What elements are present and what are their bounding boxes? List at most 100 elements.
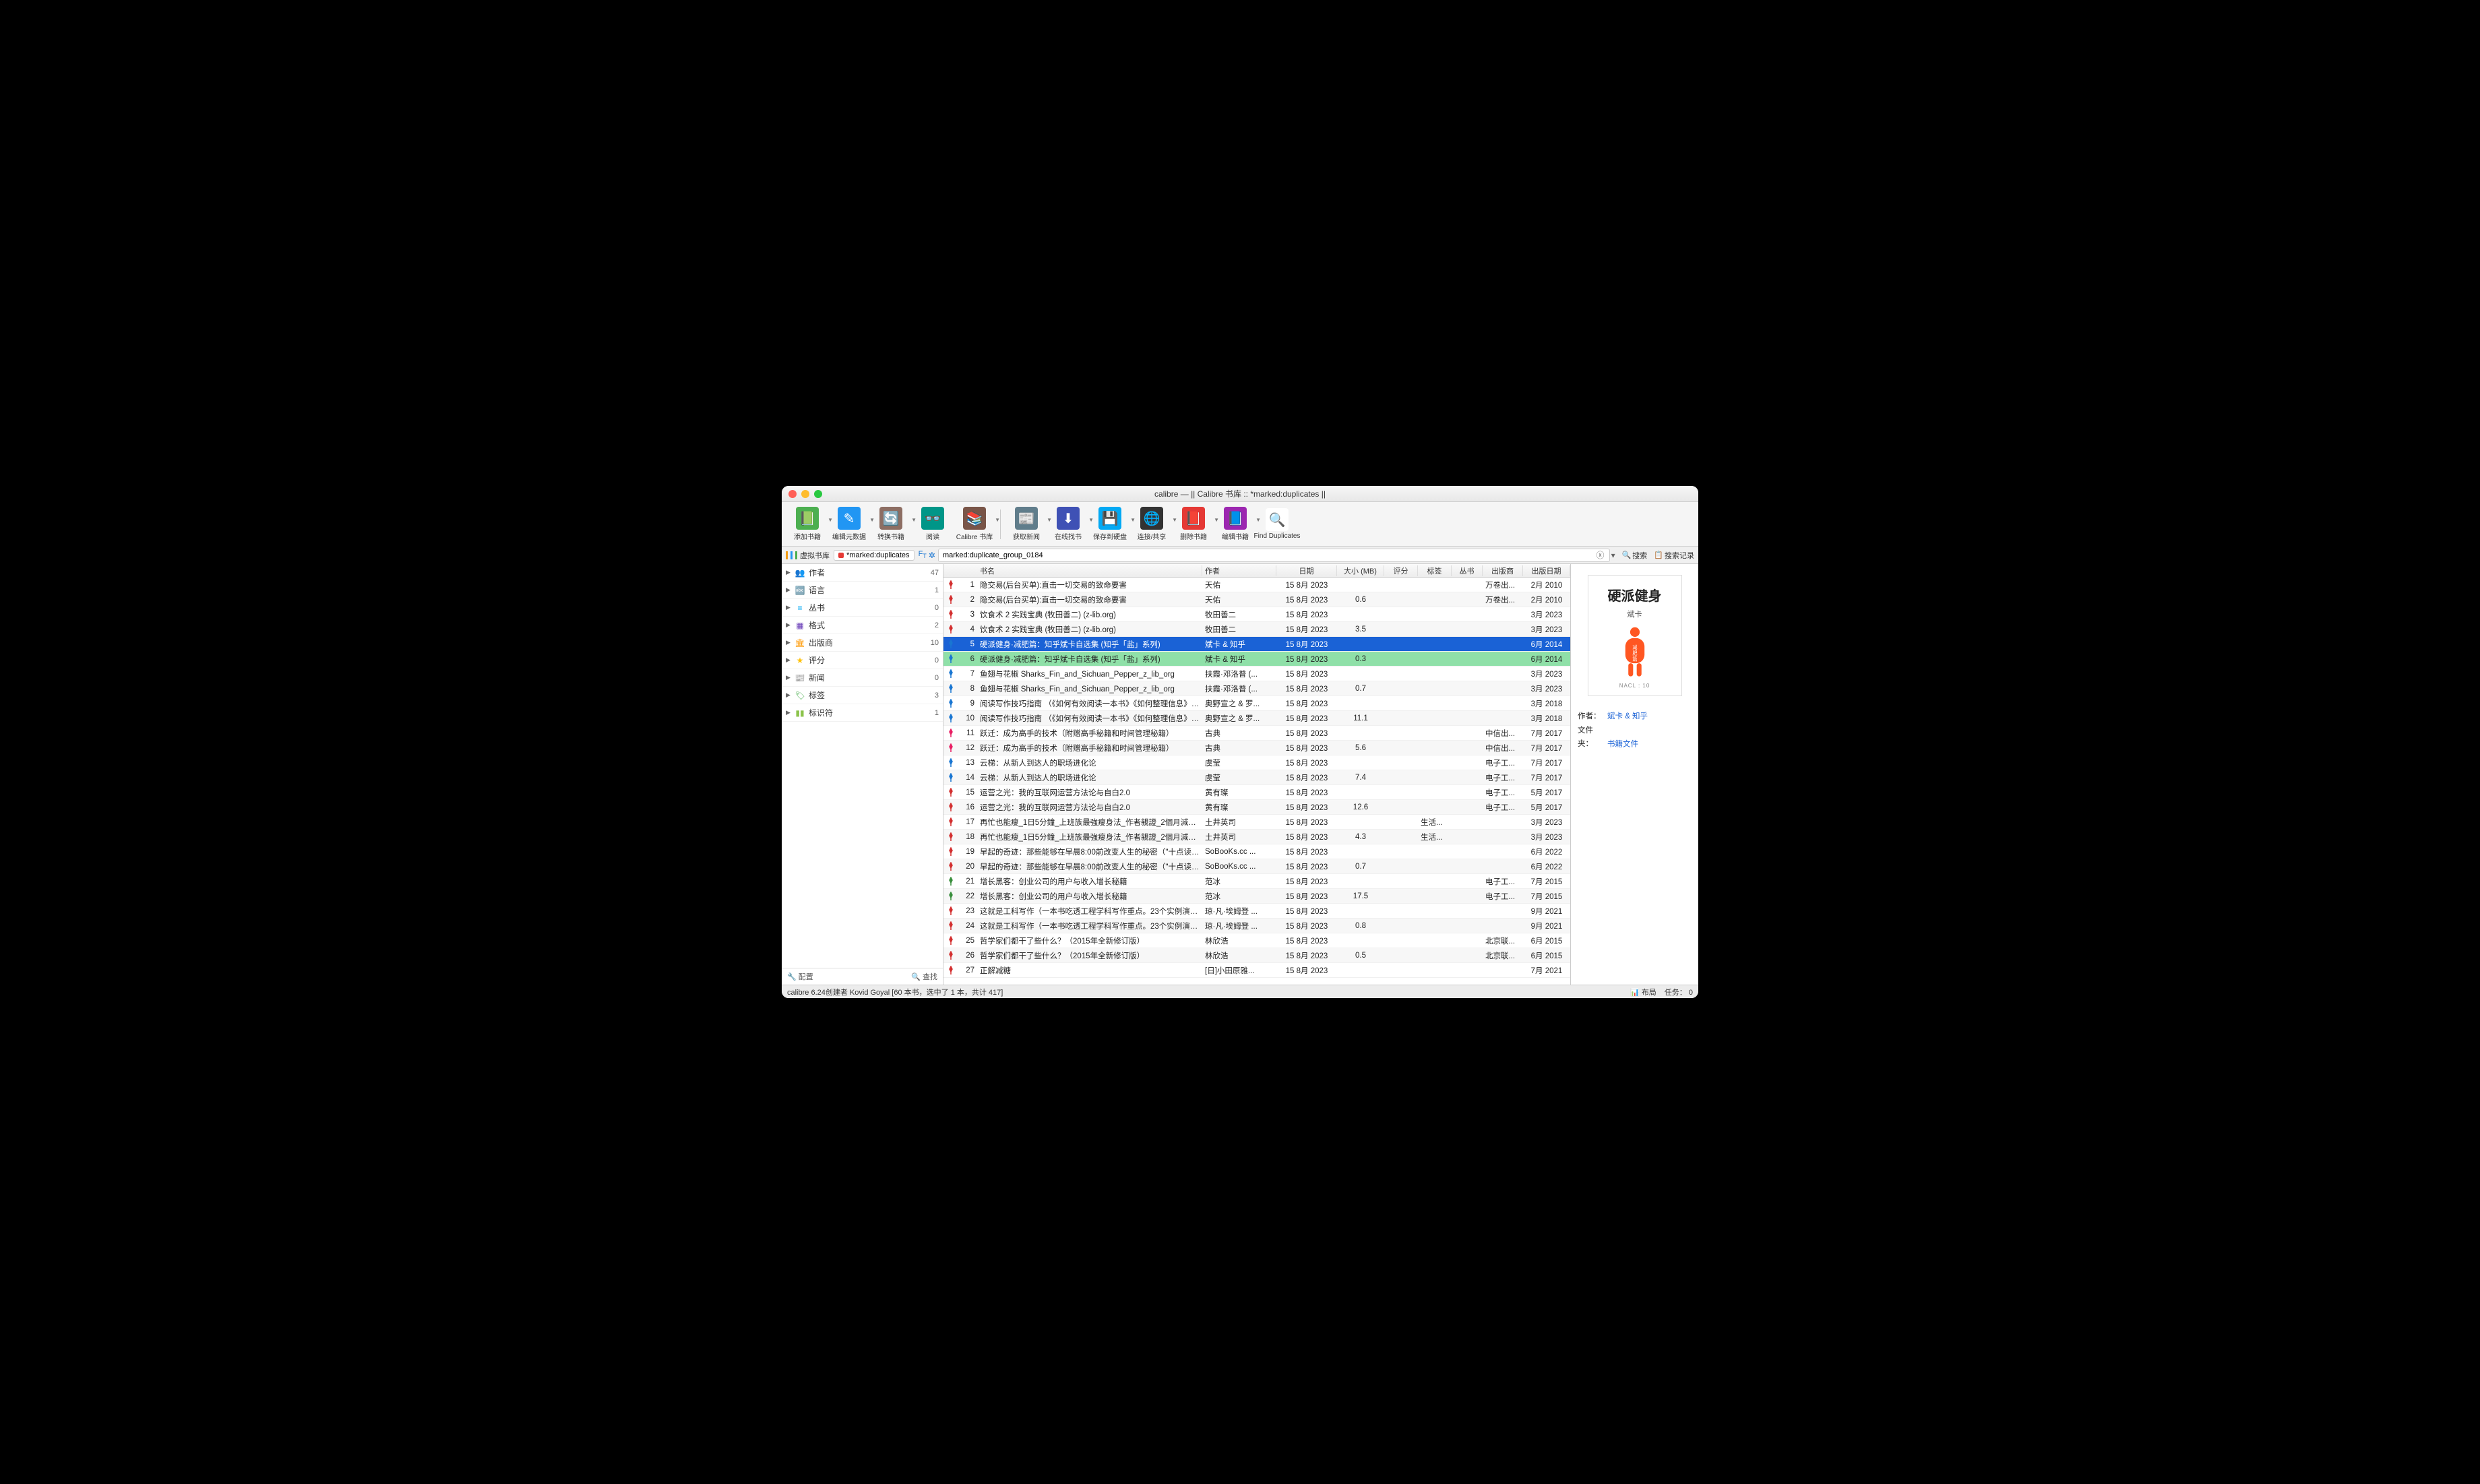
- cover-figure-icon: 减 肥 篇: [1616, 626, 1654, 680]
- table-row[interactable]: 22 增长黑客：创业公司的用户与收入增长秘籍 范冰 15 8月 2023 17.…: [943, 889, 1570, 904]
- svg-text:肥: 肥: [1632, 651, 1637, 656]
- category-icon: ≡: [794, 603, 806, 613]
- toolbar-save-button[interactable]: 💾保存到硬盘▼: [1090, 505, 1130, 544]
- pin-icon: [943, 892, 957, 901]
- toolbar-download-button[interactable]: ⬇在线找书▼: [1048, 505, 1088, 544]
- saved-search-pill[interactable]: *marked:duplicates: [834, 550, 914, 561]
- config-button[interactable]: 🔧 配置: [787, 971, 813, 982]
- table-row[interactable]: 6 硬派健身·减肥篇：知乎斌卡自选集 (知乎「盐」系列) 斌卡 & 知乎 15 …: [943, 652, 1570, 667]
- search-container: FT ✲ ⓧ ▾: [919, 549, 1615, 562]
- convert-icon: 🔄: [879, 507, 902, 530]
- expand-icon[interactable]: ▶: [786, 656, 794, 664]
- jobs-button[interactable]: 任务： 0: [1665, 987, 1693, 997]
- find-button[interactable]: 🔍 查找: [911, 971, 937, 982]
- clear-search-icon[interactable]: ⓧ: [1596, 549, 1605, 561]
- news-icon: 📰: [1015, 507, 1038, 530]
- column-header[interactable]: 评分: [1384, 565, 1418, 576]
- table-row[interactable]: 3 饮食术 2 实践宝典 (牧田善二) (z-lib.org) 牧田善二 15 …: [943, 607, 1570, 622]
- column-header[interactable]: 书名: [977, 565, 1202, 576]
- table-row[interactable]: 23 这就是工科写作（一本书吃透工程学科写作重点。23个实例演练，82条... …: [943, 904, 1570, 919]
- toolbar-editbook-button[interactable]: 📘编辑书籍▼: [1215, 505, 1256, 544]
- table-row[interactable]: 4 饮食术 2 实践宝典 (牧田善二) (z-lib.org) 牧田善二 15 …: [943, 622, 1570, 637]
- book-cover[interactable]: 硬派健身 斌卡 减 肥 篇 NACL : 10: [1588, 575, 1682, 696]
- sidebar-footer: 🔧 配置 🔍 查找: [782, 968, 943, 985]
- table-row[interactable]: 20 早起的奇迹：那些能够在早晨8:00前改变人生的秘密（"十点读书"爆款课..…: [943, 859, 1570, 874]
- expand-icon[interactable]: ▶: [786, 639, 794, 646]
- table-row[interactable]: 1 隐交易(后台买单):直击一切交易的致命要害 天佑 15 8月 2023 万卷…: [943, 578, 1570, 592]
- sidebar-item[interactable]: ▶▮▮标识符1: [782, 704, 943, 722]
- column-header[interactable]: 丛书: [1452, 565, 1483, 576]
- table-row[interactable]: 16 运营之光：我的互联网运营方法论与自白2.0 黄有璨 15 8月 2023 …: [943, 800, 1570, 815]
- dropdown-icon[interactable]: ▼: [995, 517, 1000, 523]
- sidebar-item[interactable]: ▶🏛出版商10: [782, 634, 943, 652]
- table-row[interactable]: 2 隐交易(后台买单):直击一切交易的致命要害 天佑 15 8月 2023 0.…: [943, 592, 1570, 607]
- toolbar-delete-button[interactable]: 📕删除书籍▼: [1173, 505, 1214, 544]
- expand-icon[interactable]: ▶: [786, 674, 794, 681]
- status-bar: calibre 6.24创建者 Kovid Goyal [60 本书，选中了 1…: [782, 985, 1698, 998]
- table-row[interactable]: 27 正解减糖 [日]小田原雅... 15 8月 2023 7月 2021: [943, 963, 1570, 978]
- table-row[interactable]: 10 阅读写作技巧指南 （《如何有效阅读一本书》《如何整理信息》《文案创... …: [943, 711, 1570, 726]
- search-settings-icon[interactable]: ✲: [929, 551, 935, 560]
- table-row[interactable]: 11 跃迁：成为高手的技术（附赠高手秘籍和时间管理秘籍） 古典 15 8月 20…: [943, 726, 1570, 741]
- search-button[interactable]: 🔍 搜索: [1622, 550, 1648, 561]
- table-row[interactable]: 7 鱼翅与花椒 Sharks_Fin_and_Sichuan_Pepper_z_…: [943, 667, 1570, 681]
- expand-icon[interactable]: ▶: [786, 604, 794, 611]
- table-row[interactable]: 8 鱼翅与花椒 Sharks_Fin_and_Sichuan_Pepper_z_…: [943, 681, 1570, 696]
- column-header[interactable]: 大小 (MB): [1337, 565, 1384, 576]
- toolbar-convert-button[interactable]: 🔄转换书籍▼: [871, 505, 911, 544]
- toolbar-find-button[interactable]: 🔍Find Duplicates: [1257, 505, 1297, 544]
- share-icon: 🌐: [1140, 507, 1163, 530]
- metadata-link[interactable]: 斌卡 & 知乎: [1607, 712, 1648, 720]
- table-row[interactable]: 24 这就是工科写作（一本书吃透工程学科写作重点。23个实例演练，82条... …: [943, 919, 1570, 933]
- table-row[interactable]: 15 运营之光：我的互联网运营方法论与自白2.0 黄有璨 15 8月 2023 …: [943, 785, 1570, 800]
- expand-icon[interactable]: ▶: [786, 586, 794, 594]
- table-row[interactable]: 17 再忙也能瘦_1日5分鐘_上班族最強瘦身法_作者親證_2個月減去16公斤的.…: [943, 815, 1570, 830]
- sidebar-item[interactable]: ▶🏷标签3: [782, 687, 943, 704]
- sidebar-item[interactable]: ▶🔤语言1: [782, 582, 943, 599]
- toolbar-edit-button[interactable]: ✎编辑元数据▼: [829, 505, 869, 544]
- table-row[interactable]: 19 早起的奇迹：那些能够在早晨8:00前改变人生的秘密（"十点读书"爆款课..…: [943, 844, 1570, 859]
- column-header[interactable]: 标签: [1418, 565, 1452, 576]
- table-body[interactable]: 1 隐交易(后台买单):直击一切交易的致命要害 天佑 15 8月 2023 万卷…: [943, 578, 1570, 985]
- table-row[interactable]: 5 硬派健身·减肥篇：知乎斌卡自选集 (知乎「盐」系列) 斌卡 & 知乎 15 …: [943, 637, 1570, 652]
- metadata-link[interactable]: 书籍文件: [1607, 740, 1638, 748]
- virtual-library-button[interactable]: 虚拟书库: [786, 550, 830, 561]
- table-row[interactable]: 18 再忙也能瘦_1日5分鐘_上班族最強瘦身法_作者親證_2個月減去16公斤的.…: [943, 830, 1570, 844]
- table-row[interactable]: 13 云梯：从新人到达人的职场进化论 虞莹 15 8月 2023 电子工... …: [943, 755, 1570, 770]
- expand-icon[interactable]: ▶: [786, 691, 794, 699]
- toolbar-glasses-button[interactable]: 👓阅读: [912, 505, 953, 544]
- table-row[interactable]: 25 哲学家们都干了些什么？（2015年全新修订版） 林欣浩 15 8月 202…: [943, 933, 1570, 948]
- expand-icon[interactable]: ▶: [786, 709, 794, 716]
- column-header[interactable]: 作者: [1202, 565, 1276, 576]
- sidebar-item[interactable]: ▶👥作者47: [782, 564, 943, 582]
- toolbar-news-button[interactable]: 📰获取新闻▼: [1006, 505, 1047, 544]
- table-row[interactable]: 26 哲学家们都干了些什么？（2015年全新修订版） 林欣浩 15 8月 202…: [943, 948, 1570, 963]
- table-row[interactable]: 9 阅读写作技巧指南 （《如何有效阅读一本书》《如何整理信息》《文案创... 奥…: [943, 696, 1570, 711]
- layout-button[interactable]: 📊 布局: [1630, 987, 1656, 997]
- sidebar-item[interactable]: ▶📰新闻0: [782, 669, 943, 687]
- search-dropdown-icon[interactable]: ▾: [1611, 551, 1615, 560]
- table-row[interactable]: 14 云梯：从新人到达人的职场进化论 虞莹 15 8月 2023 7.4 电子工…: [943, 770, 1570, 785]
- sidebar-item[interactable]: ▶≡丛书0: [782, 599, 943, 617]
- toolbar-library-button[interactable]: 📚Calibre 书库▼: [954, 505, 995, 544]
- pin-icon: [943, 640, 957, 649]
- search-input[interactable]: [938, 549, 1610, 562]
- table-row[interactable]: 12 跃迁：成为高手的技术（附赠高手秘籍和时间管理秘籍） 古典 15 8月 20…: [943, 741, 1570, 755]
- fulltext-icon[interactable]: FT: [919, 550, 927, 559]
- pin-icon: [943, 966, 957, 975]
- expand-icon[interactable]: ▶: [786, 621, 794, 629]
- sidebar-item[interactable]: ▶★评分0: [782, 652, 943, 669]
- toolbar-share-button[interactable]: 🌐连接/共享▼: [1132, 505, 1172, 544]
- expand-icon[interactable]: ▶: [786, 569, 794, 576]
- column-header[interactable]: 出版商: [1483, 565, 1523, 576]
- table-header: 书名作者日期大小 (MB)评分标签丛书出版商出版日期: [943, 564, 1570, 578]
- editbook-icon: 📘: [1224, 507, 1247, 530]
- table-row[interactable]: 21 增长黑客：创业公司的用户与收入增长秘籍 范冰 15 8月 2023 电子工…: [943, 874, 1570, 889]
- column-header[interactable]: 出版日期: [1523, 565, 1570, 576]
- sidebar-item[interactable]: ▶▦格式2: [782, 617, 943, 634]
- toolbar-add-button[interactable]: 📗添加书籍▼: [787, 505, 828, 544]
- pin-icon: [943, 714, 957, 723]
- pin-icon: [943, 862, 957, 871]
- search-history-button[interactable]: 📋 搜索记录: [1654, 550, 1694, 561]
- column-header[interactable]: 日期: [1276, 565, 1337, 576]
